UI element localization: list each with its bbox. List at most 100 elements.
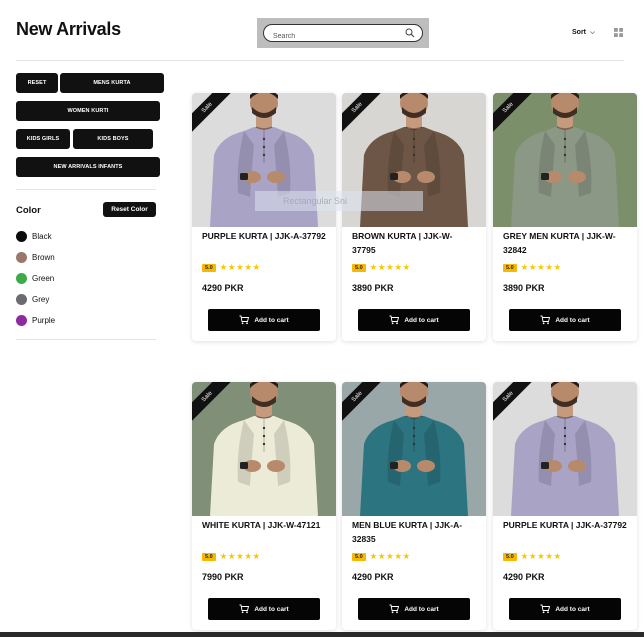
search-container <box>257 18 429 48</box>
page-title: New Arrivals <box>16 19 121 39</box>
star-icons: ★★★★★ <box>369 551 411 561</box>
star-icons: ★★★★★ <box>219 551 261 561</box>
filter-chip-new-arrivals-infants[interactable]: NEW ARRIVALS INFANTS <box>16 157 160 177</box>
product-name[interactable]: PURPLE KURTA | JJK-A-37792 <box>503 518 627 532</box>
color-option-purple[interactable]: Purple <box>16 315 55 326</box>
star-icons: ★★★★★ <box>219 262 261 272</box>
rating-badge: 5.0 <box>352 263 366 272</box>
sidebar-divider <box>16 189 156 190</box>
product-name[interactable]: GREY MEN KURTA | JJK-W-32842 <box>503 229 627 257</box>
color-label: Purple <box>32 316 56 325</box>
product-image[interactable]: Sale <box>192 382 336 516</box>
color-label: Grey <box>32 295 50 304</box>
search-box[interactable] <box>263 24 423 45</box>
product-card[interactable]: Sale GREY MEN KURTA | JJK-W-32842 5.0 ★★… <box>493 93 637 341</box>
product-card[interactable]: Sale PURPLE KURTA | JJK-A-37792 5.0 ★★★★… <box>493 382 637 630</box>
star-icons: ★★★★★ <box>369 262 411 272</box>
rating-badge: 5.0 <box>352 552 366 561</box>
rating-badge: 5.0 <box>202 552 216 561</box>
product-price: 4290 PKR <box>503 572 545 582</box>
rating-badge: 5.0 <box>503 263 517 272</box>
star-icons: ★★★★★ <box>520 262 562 272</box>
color-swatch <box>16 294 27 305</box>
sort-label: Sort <box>572 29 586 36</box>
color-swatch <box>16 252 27 263</box>
product-name[interactable]: BROWN KURTA | JJK-W-37795 <box>352 229 476 257</box>
filter-chip-mens-kurta[interactable]: MENS KURTA <box>60 73 164 93</box>
product-price: 4290 PKR <box>202 283 244 293</box>
search-icon[interactable] <box>405 28 415 38</box>
snip-overlay: Rectangular Sni <box>255 191 423 211</box>
star-icons: ★★★★★ <box>520 551 562 561</box>
add-to-cart-label: Add to cart <box>404 605 439 613</box>
color-label: Black <box>32 232 52 241</box>
product-price: 3890 PKR <box>352 283 394 293</box>
reset-color-button[interactable]: Reset Color <box>103 202 156 217</box>
rating-badge: 5.0 <box>202 263 216 272</box>
add-to-cart-label: Add to cart <box>404 316 439 324</box>
add-to-cart-button[interactable]: Add to cart <box>358 309 470 331</box>
product-rating: 5.0 ★★★★★ <box>352 262 411 273</box>
add-to-cart-label: Add to cart <box>555 316 590 324</box>
product-price: 3890 PKR <box>503 283 545 293</box>
color-swatch <box>16 273 27 284</box>
color-swatch <box>16 231 27 242</box>
product-rating: 5.0 ★★★★★ <box>503 262 562 273</box>
color-option-green[interactable]: Green <box>16 273 54 284</box>
color-label: Green <box>32 274 55 283</box>
add-to-cart-label: Add to cart <box>254 316 289 324</box>
product-image[interactable]: Sale <box>342 382 486 516</box>
search-input[interactable] <box>264 28 394 45</box>
product-image[interactable]: Sale <box>493 93 637 227</box>
man-purple-kurta-photo <box>493 382 637 516</box>
color-option-brown[interactable]: Brown <box>16 252 55 263</box>
product-card[interactable]: Sale BROWN KURTA | JJK-W-37795 5.0 ★★★★★… <box>342 93 486 341</box>
man-grey-kurta-photo <box>493 93 637 227</box>
header-divider <box>16 60 624 61</box>
sidebar-divider <box>16 339 156 340</box>
add-to-cart-label: Add to cart <box>555 605 590 613</box>
color-label: Brown <box>32 253 55 262</box>
cart-icon <box>540 604 551 614</box>
product-name[interactable]: WHITE KURTA | JJK-W-47121 <box>202 518 326 532</box>
man-blue-kurta-photo <box>342 382 486 516</box>
filter-chip-women-kurti[interactable]: WOMEN KURTI <box>16 101 160 121</box>
rating-badge: 5.0 <box>503 552 517 561</box>
product-name[interactable]: MEN BLUE KURTA | JJK-A-32835 <box>352 518 476 546</box>
add-to-cart-button[interactable]: Add to cart <box>509 598 621 620</box>
sort-dropdown[interactable]: Sort <box>572 29 596 36</box>
product-price: 7990 PKR <box>202 572 244 582</box>
product-rating: 5.0 ★★★★★ <box>352 551 411 562</box>
page: New Arrivals Sort RESET MENS KURTA WOMEN… <box>0 0 644 637</box>
product-card[interactable]: Sale WHITE KURTA | JJK-W-47121 5.0 ★★★★★… <box>192 382 336 630</box>
product-price: 4290 PKR <box>352 572 394 582</box>
add-to-cart-button[interactable]: Add to cart <box>358 598 470 620</box>
cart-icon <box>239 604 250 614</box>
add-to-cart-button[interactable]: Add to cart <box>208 598 320 620</box>
product-rating: 5.0 ★★★★★ <box>202 262 261 273</box>
color-option-black[interactable]: Black <box>16 231 52 242</box>
color-swatch <box>16 315 27 326</box>
cart-icon <box>389 604 400 614</box>
bottom-edge-bar <box>0 632 644 637</box>
add-to-cart-label: Add to cart <box>254 605 289 613</box>
filter-chip-kids-boys[interactable]: KIDS BOYS <box>73 129 153 149</box>
color-filter-title: Color <box>16 205 41 216</box>
product-name[interactable]: PURPLE KURTA | JJK-A-37792 <box>202 229 326 243</box>
chevron-down-icon <box>590 31 595 35</box>
cart-icon <box>239 315 250 325</box>
product-card[interactable]: Sale MEN BLUE KURTA | JJK-A-32835 5.0 ★★… <box>342 382 486 630</box>
product-card[interactable]: Sale PURPLE KURTA | JJK-A-37792 5.0 ★★★★… <box>192 93 336 341</box>
add-to-cart-button[interactable]: Add to cart <box>509 309 621 331</box>
grid-view-icon[interactable] <box>614 28 623 37</box>
add-to-cart-button[interactable]: Add to cart <box>208 309 320 331</box>
product-image[interactable]: Sale <box>493 382 637 516</box>
color-option-grey[interactable]: Grey <box>16 294 49 305</box>
filter-chip-reset[interactable]: RESET <box>16 73 58 93</box>
man-white-kurta-photo <box>192 382 336 516</box>
cart-icon <box>540 315 551 325</box>
cart-icon <box>389 315 400 325</box>
product-rating: 5.0 ★★★★★ <box>503 551 562 562</box>
product-rating: 5.0 ★★★★★ <box>202 551 261 562</box>
filter-chip-kids-girls[interactable]: KIDS GIRLS <box>16 129 70 149</box>
